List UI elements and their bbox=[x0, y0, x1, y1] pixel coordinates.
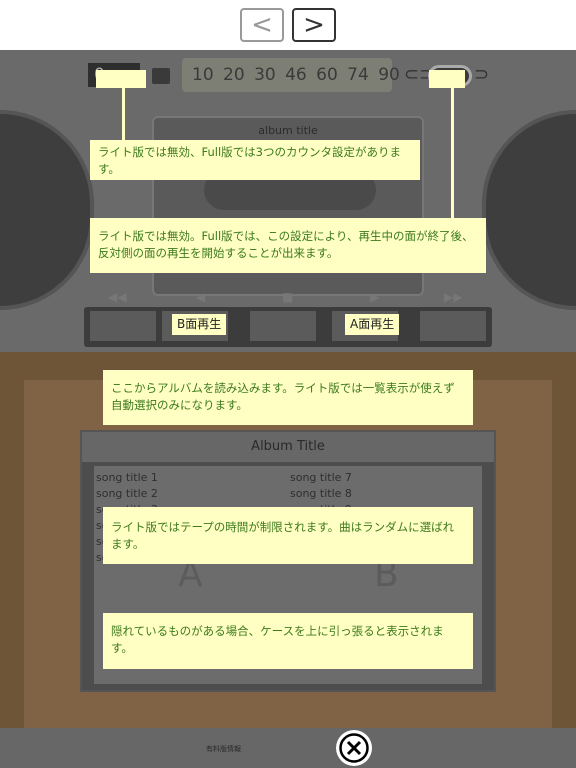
button-5[interactable] bbox=[420, 311, 486, 341]
chevron-right-icon: > bbox=[303, 10, 325, 40]
paid-version-link[interactable]: 有料版情報 bbox=[206, 744, 241, 754]
play-b-side-label[interactable]: B面再生 bbox=[172, 314, 227, 335]
back-icon[interactable]: ◀ bbox=[196, 290, 205, 304]
list-icon[interactable] bbox=[152, 68, 170, 84]
one-way-icon: ⊃ bbox=[474, 64, 490, 85]
close-button[interactable] bbox=[336, 730, 372, 766]
time-scale: 10 20 30 46 60 74 90 bbox=[182, 58, 400, 92]
chevron-left-icon: < bbox=[251, 10, 273, 40]
case-title: Album Title bbox=[82, 432, 494, 462]
button-1[interactable] bbox=[90, 311, 156, 341]
fast-forward-icon[interactable]: ▶▶ bbox=[444, 290, 462, 304]
song-item: song title 8 bbox=[290, 487, 352, 500]
cassette-album-title: album title bbox=[258, 124, 318, 137]
transport-buttons bbox=[84, 307, 492, 347]
play-a-side-label[interactable]: A面再生 bbox=[345, 314, 400, 335]
load-album-tip: ここからアルバムを読み込みます。ライト版では一覧表示が使えず自動選択のみになりま… bbox=[103, 370, 473, 425]
song-item: song title 2 bbox=[96, 487, 158, 500]
counter-tip: ライト版では無効、Full版では3つのカウンタ設定があります。 bbox=[90, 140, 420, 180]
autoreverse-tip: ライト版では無効。Full版では、この設定により、再生中の面が終了後、反対側の面… bbox=[90, 218, 486, 273]
counter-pointer-line bbox=[122, 86, 125, 142]
bottom-bar bbox=[0, 728, 576, 768]
rewind-icon[interactable]: ◀◀ bbox=[108, 290, 126, 304]
stop-icon[interactable]: ■ bbox=[282, 290, 293, 304]
button-3[interactable] bbox=[250, 311, 316, 341]
play-icon[interactable]: ▶ bbox=[370, 290, 379, 304]
top-nav bbox=[0, 0, 576, 50]
prev-button[interactable]: < bbox=[240, 8, 284, 42]
counter-pointer bbox=[96, 70, 146, 88]
hidden-items-tip: 隠れているものがある場合、ケースを上に引っ張ると表示されます。 bbox=[103, 613, 473, 669]
autoreverse-pointer-line bbox=[451, 86, 454, 218]
close-circle-icon bbox=[339, 733, 369, 763]
tape-time-tip: ライト版ではテープの時間が制限されます。曲はランダムに選ばれます。 bbox=[103, 507, 473, 564]
autoreverse-pointer bbox=[429, 70, 465, 88]
song-item: song title 7 bbox=[290, 471, 352, 484]
song-item: song title 1 bbox=[96, 471, 158, 484]
next-button[interactable]: > bbox=[292, 8, 336, 42]
